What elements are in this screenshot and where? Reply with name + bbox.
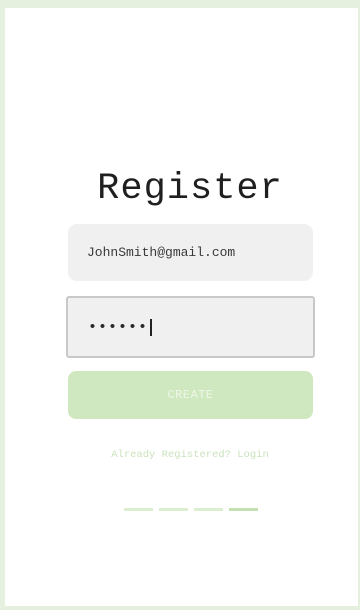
page-indicator-dot-active bbox=[229, 508, 258, 511]
page-indicator-dot bbox=[159, 508, 188, 511]
page-indicator bbox=[124, 508, 258, 511]
text-caret bbox=[150, 318, 152, 336]
login-link[interactable]: Already Registered? Login bbox=[5, 449, 360, 461]
password-value: •••••• bbox=[88, 318, 149, 336]
email-value: JohnSmith@gmail.com bbox=[87, 245, 236, 260]
create-button[interactable]: CREATE bbox=[68, 371, 313, 419]
page-indicator-dot bbox=[124, 508, 153, 511]
register-screen: Register JohnSmith@gmail.com •••••• CREA… bbox=[5, 8, 358, 606]
password-field[interactable]: •••••• bbox=[66, 296, 315, 358]
email-field[interactable]: JohnSmith@gmail.com bbox=[68, 224, 313, 281]
page-title: Register bbox=[97, 168, 283, 210]
page-indicator-dot bbox=[194, 508, 223, 511]
